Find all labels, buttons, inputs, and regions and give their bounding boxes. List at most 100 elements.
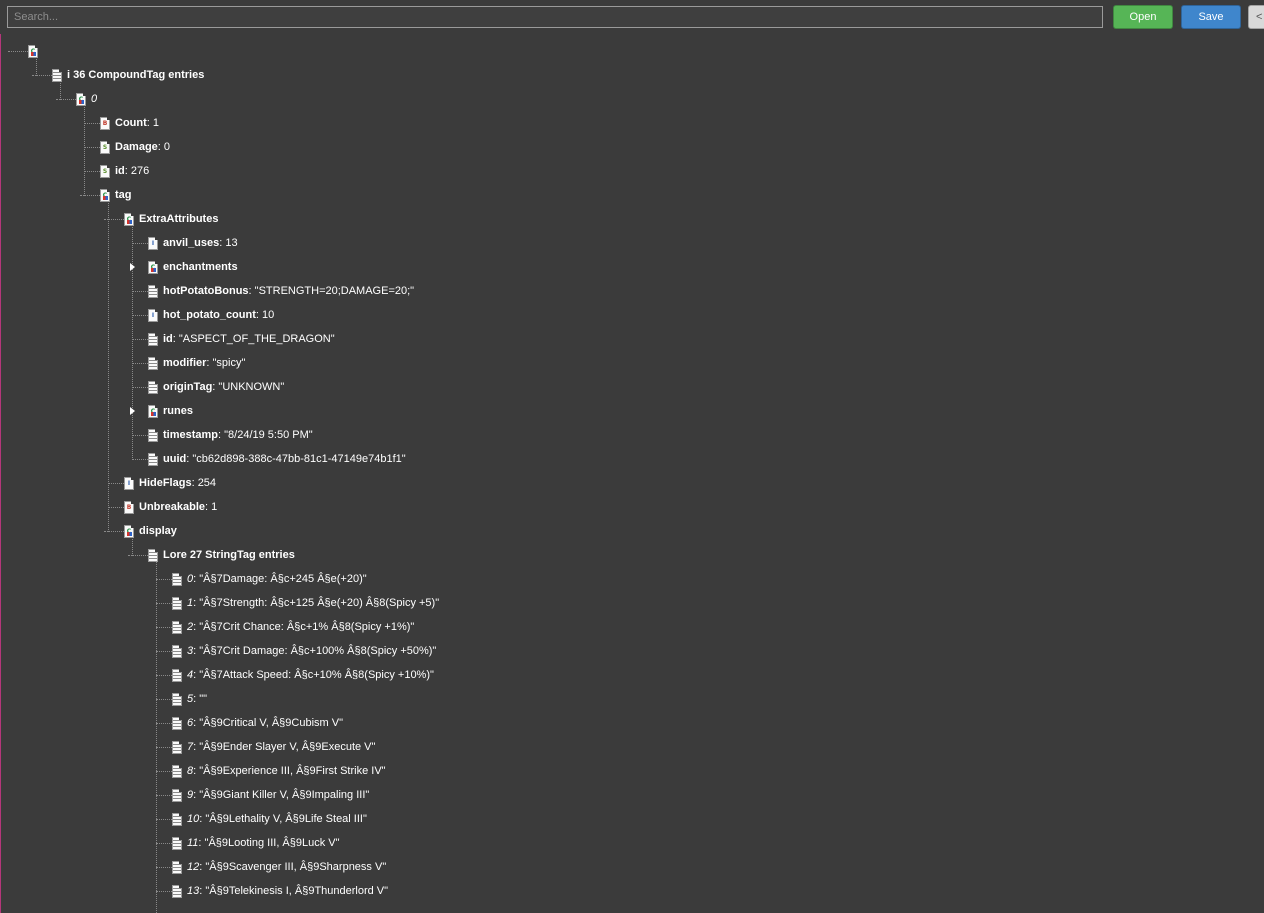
tree-guide xyxy=(156,675,172,676)
byte-tag-icon: B xyxy=(100,116,110,130)
tree-guide xyxy=(156,579,172,580)
tree-guide xyxy=(132,243,148,244)
tree-node-hot-potato-count[interactable]: I hot_potato_count: 10 xyxy=(148,307,274,323)
int-tag-icon: I xyxy=(124,476,134,490)
node-key: hot_potato_count xyxy=(163,309,256,321)
compound-tag-icon: C xyxy=(148,404,158,418)
lore-value: : "Â§7Attack Speed: Â§c+10% Â§8(Spicy +1… xyxy=(193,669,434,681)
tree-node-damage[interactable]: S Damage: 0 xyxy=(100,139,170,155)
string-tag-icon: T xyxy=(172,860,182,874)
lore-value: : "Â§7Strength: Â§c+125 Â§e(+20) Â§8(Spi… xyxy=(193,597,440,609)
tree-node-origintag[interactable]: T originTag: "UNKNOWN" xyxy=(148,379,284,395)
lore-index: 11 xyxy=(187,837,199,849)
tree-node-timestamp[interactable]: T timestamp: "8/24/19 5:50 PM" xyxy=(148,427,313,443)
compound-tag-icon: C xyxy=(76,92,86,106)
lore-index: 13 xyxy=(187,885,200,897)
expand-arrow-icon[interactable] xyxy=(130,263,135,271)
tree-node-tag[interactable]: C tag xyxy=(100,187,132,203)
node-value: : 1 xyxy=(146,117,159,129)
lore-value: : "Â§7Crit Damage: Â§c+100% Â§8(Spicy +5… xyxy=(193,645,437,657)
tree-guide xyxy=(80,195,100,196)
tree-node-modifier[interactable]: T modifier: "spicy" xyxy=(148,355,245,371)
lore-item[interactable]: T 1: "Â§7Strength: Â§c+125 Â§e(+20) Â§8(… xyxy=(172,595,439,611)
list-tag-icon: L xyxy=(148,548,158,562)
string-tag-icon: T xyxy=(148,332,158,346)
tree-guide xyxy=(156,843,172,844)
tree-guide xyxy=(108,507,124,508)
string-tag-icon: T xyxy=(172,788,182,802)
compound-tag-icon: C xyxy=(124,212,134,226)
node-key: id xyxy=(163,333,173,345)
node-value: : 10 xyxy=(255,309,275,321)
search-input[interactable] xyxy=(7,6,1103,28)
node-key: Count xyxy=(115,117,147,129)
lore-item[interactable]: T 9: "Â§9Giant Killer V, Â§9Impaling III… xyxy=(172,787,369,803)
tree-node-id[interactable]: S id: 276 xyxy=(100,163,149,179)
tree-guide xyxy=(156,627,172,628)
lore-item[interactable]: T 11: "Â§9Looting III, Â§9Luck V" xyxy=(172,835,340,851)
lore-item[interactable]: T 3: "Â§7Crit Damage: Â§c+100% Â§8(Spicy… xyxy=(172,643,436,659)
compound-tag-icon: C xyxy=(28,44,38,58)
tree-node-uuid[interactable]: T uuid: "cb62d898-388c-47bb-81c1-47149e7… xyxy=(148,451,406,467)
save-button[interactable]: Save xyxy=(1181,5,1241,29)
lore-item[interactable]: T 7: "Â§9Ender Slayer V, Â§9Execute V" xyxy=(172,739,375,755)
lore-value: : "Â§9Looting III, Â§9Luck V" xyxy=(198,837,340,849)
tree-guide xyxy=(156,651,172,652)
tree-node-display[interactable]: C display xyxy=(124,523,177,539)
node-value: : "ASPECT_OF_THE_DRAGON" xyxy=(172,333,335,345)
tree-node-i[interactable]: L i 36 CompoundTag entries xyxy=(52,67,204,83)
tree-guide xyxy=(104,219,124,220)
tree-node-extraattributes[interactable]: C ExtraAttributes xyxy=(124,211,218,227)
tree-node-hotpotatobonus[interactable]: T hotPotatoBonus: "STRENGTH=20;DAMAGE=20… xyxy=(148,283,414,299)
lore-item[interactable]: T 6: "Â§9Critical V, Â§9Cubism V" xyxy=(172,715,343,731)
lore-item[interactable]: T 12: "Â§9Scavenger III, Â§9Sharpness V" xyxy=(172,859,386,875)
tree-node-runes[interactable]: C runes xyxy=(148,403,193,419)
tree-guide xyxy=(128,555,148,556)
tree-guide xyxy=(156,771,172,772)
node-label: Lore 27 StringTag entries xyxy=(163,549,295,561)
tree-guide xyxy=(156,603,172,604)
tree-guide xyxy=(156,747,172,748)
node-key: enchantments xyxy=(163,261,238,273)
lore-item[interactable]: T 4: "Â§7Attack Speed: Â§c+10% Â§8(Spicy… xyxy=(172,667,434,683)
node-value: : "cb62d898-388c-47bb-81c1-47149e74b1f1" xyxy=(186,453,406,465)
lore-item[interactable]: T 2: "Â§7Crit Chance: Â§c+1% Â§8(Spicy +… xyxy=(172,619,414,635)
short-tag-icon: S xyxy=(100,164,110,178)
node-key: Damage xyxy=(115,141,158,153)
lore-value: : "Â§7Damage: Â§c+245 Â§e(+20)" xyxy=(193,573,367,585)
list-tag-icon: L xyxy=(52,68,62,82)
left-edge-divider xyxy=(0,34,1,913)
node-key: anvil_uses xyxy=(163,237,220,249)
node-value: : 0 xyxy=(157,141,171,153)
string-tag-icon: T xyxy=(148,356,158,370)
tree-node-root[interactable]: C xyxy=(28,43,43,59)
lore-item[interactable]: T 13: "Â§9Telekinesis I, Â§9Thunderlord … xyxy=(172,883,388,899)
tree-node-unbreakable[interactable]: B Unbreakable: 1 xyxy=(124,499,217,515)
node-key: HideFlags xyxy=(139,477,192,489)
tree-node-extra-id[interactable]: T id: "ASPECT_OF_THE_DRAGON" xyxy=(148,331,335,347)
tree-node-lore[interactable]: L Lore 27 StringTag entries xyxy=(148,547,295,563)
lore-item[interactable]: T 10: "Â§9Lethality V, Â§9Life Steal III… xyxy=(172,811,367,827)
node-key: timestamp xyxy=(163,429,219,441)
expand-arrow-icon[interactable] xyxy=(130,407,135,415)
tree-node-item-0[interactable]: C 0 xyxy=(76,91,97,107)
lore-item[interactable]: T 0: "Â§7Damage: Â§c+245 Â§e(+20)" xyxy=(172,571,367,587)
more-button[interactable]: < xyxy=(1248,5,1264,29)
lore-value: : "" xyxy=(193,693,208,705)
tree-guide xyxy=(156,555,157,913)
lore-item[interactable]: T 5: "" xyxy=(172,691,207,707)
int-tag-icon: I xyxy=(148,308,158,322)
tree-node-hideflags[interactable]: I HideFlags: 254 xyxy=(124,475,216,491)
open-button[interactable]: Open xyxy=(1113,5,1173,29)
node-key: tag xyxy=(115,189,132,201)
tree-node-enchantments[interactable]: C enchantments xyxy=(148,259,238,275)
string-tag-icon: T xyxy=(172,692,182,706)
tree-node-count[interactable]: B Count: 1 xyxy=(100,115,159,131)
lore-item[interactable]: T 8: "Â§9Experience III, Â§9First Strike… xyxy=(172,763,386,779)
tree-guide xyxy=(132,459,148,460)
lore-value: : "Â§7Crit Chance: Â§c+1% Â§8(Spicy +1%)… xyxy=(193,621,415,633)
toolbar: Open Save < xyxy=(0,0,1264,34)
tree-node-anvil-uses[interactable]: I anvil_uses: 13 xyxy=(148,235,238,251)
string-tag-icon: T xyxy=(148,380,158,394)
node-value: : "8/24/19 5:50 PM" xyxy=(218,429,313,441)
